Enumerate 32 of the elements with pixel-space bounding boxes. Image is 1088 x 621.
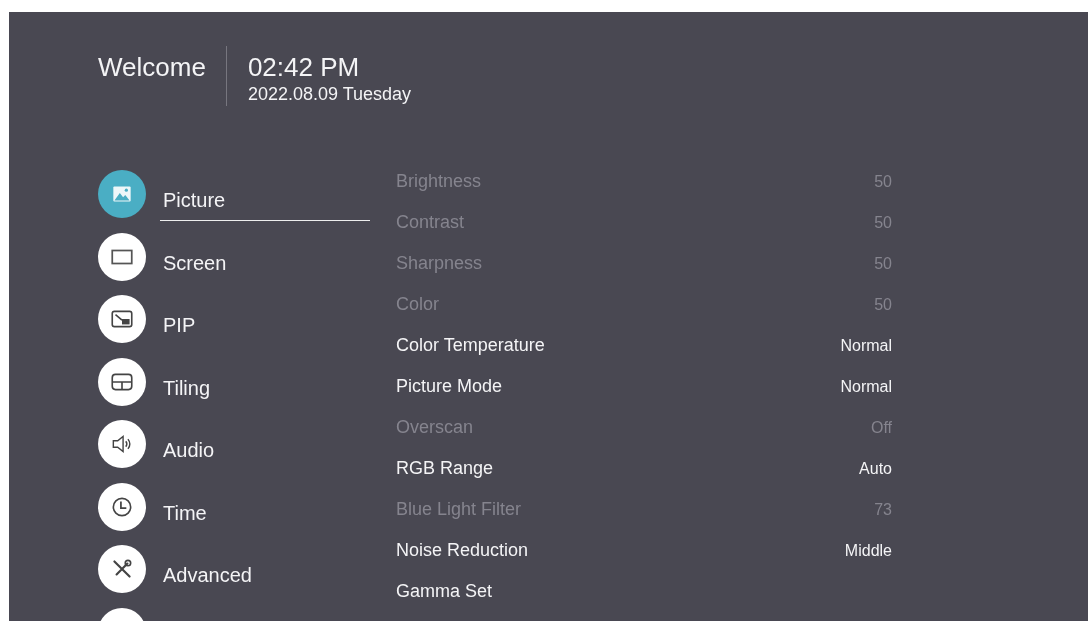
welcome-text: Welcome (98, 51, 206, 84)
setting-value: Normal (840, 336, 892, 355)
tools-icon[interactable] (98, 545, 146, 594)
setting-value: 73 (874, 500, 892, 519)
picture-icon[interactable] (98, 170, 146, 219)
setting-label[interactable]: Gamma Set (396, 581, 493, 602)
setting-label[interactable]: RGB Range (396, 458, 494, 479)
setting-value: Normal (840, 377, 892, 396)
sidebar-item[interactable]: Picture (160, 181, 370, 222)
setting-value: 50 (874, 295, 892, 314)
sidebar-item[interactable]: Screen (160, 243, 370, 284)
setting-value: 50 (874, 254, 892, 273)
sidebar-item[interactable]: PIP (160, 306, 370, 347)
sidebar-item[interactable]: Audio (160, 431, 370, 472)
setting-label[interactable]: Color Temperature (396, 335, 545, 356)
tiling-icon[interactable] (98, 357, 146, 406)
date-text: 2022.08.09 Tuesday (247, 83, 412, 106)
setting-value: 50 (874, 213, 892, 232)
speaker-icon[interactable] (98, 420, 146, 469)
setting-value: 50 (874, 172, 892, 191)
clock-icon[interactable] (98, 482, 146, 531)
pip-icon[interactable] (98, 295, 146, 344)
setting-value: Middle (844, 541, 892, 560)
sidebar-item[interactable]: Advanced (160, 556, 370, 597)
screen-icon[interactable] (98, 232, 146, 281)
setting-value: Off (870, 418, 892, 437)
clock-time: 02:42 PM (247, 51, 361, 82)
setting-value: Auto (859, 459, 892, 478)
sidebar-item[interactable]: Tiling (160, 368, 370, 409)
setting-label[interactable]: Noise Reduction (396, 540, 529, 561)
setting-label[interactable]: Picture Mode (396, 376, 503, 397)
sidebar-item[interactable]: Time (160, 493, 370, 534)
